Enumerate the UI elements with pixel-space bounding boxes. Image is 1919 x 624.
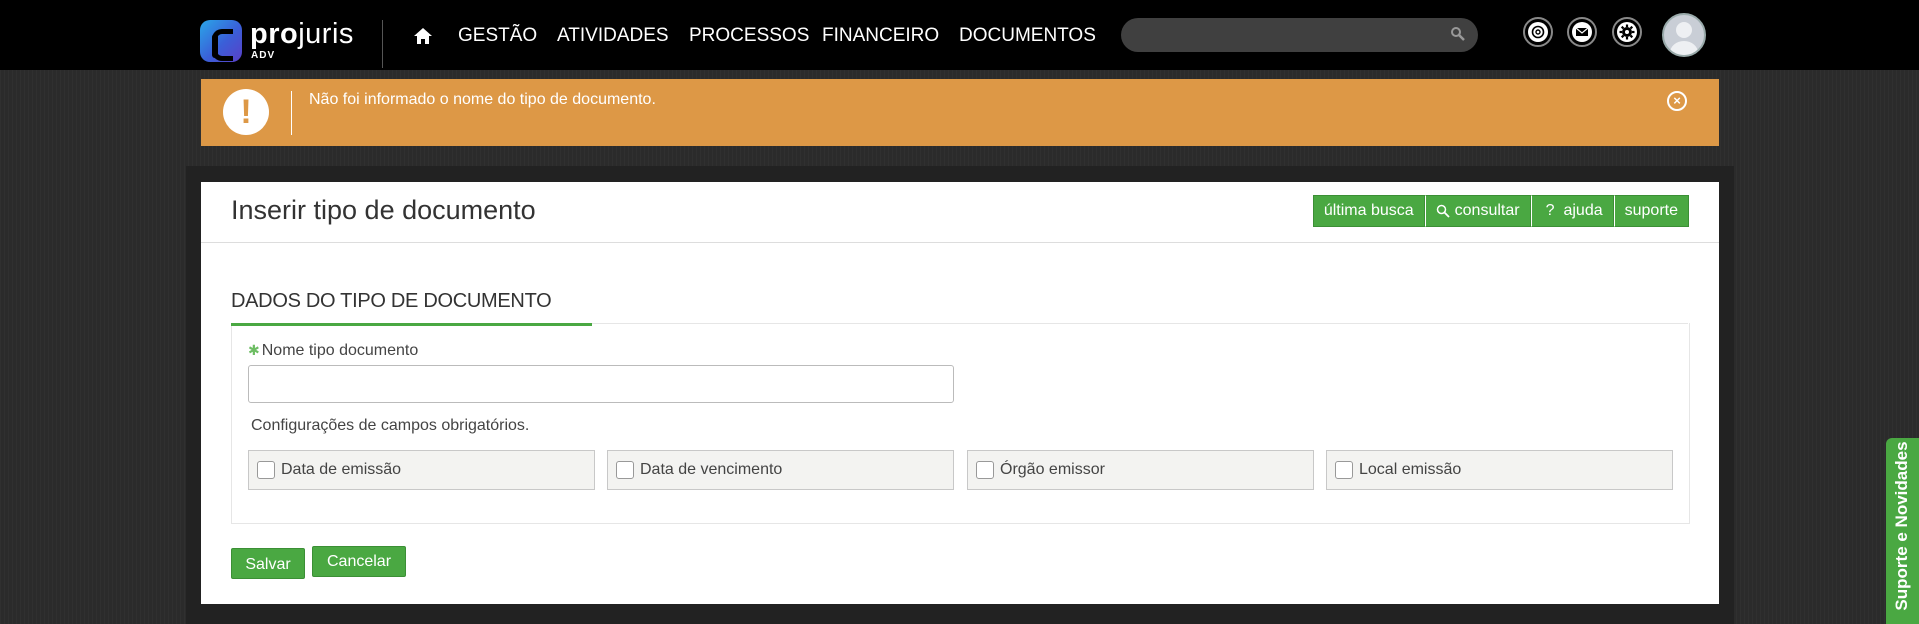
document-type-name-input[interactable] (248, 365, 954, 403)
checkbox-issue-place[interactable]: Local emissão (1326, 450, 1673, 490)
checkbox-issue-date[interactable]: Data de emissão (248, 450, 595, 490)
search-input[interactable] (1135, 22, 1439, 50)
checkbox-box[interactable] (1335, 461, 1353, 479)
home-icon[interactable] (413, 26, 433, 46)
section-title: DADOS DO TIPO DE DOCUMENTO (231, 290, 552, 312)
support-button[interactable]: suporte (1613, 195, 1689, 227)
checkbox-label: Órgão emissor (1000, 461, 1105, 478)
mail-icon[interactable] (1567, 17, 1597, 47)
save-button[interactable]: Salvar (231, 548, 305, 579)
warning-icon: ! (223, 89, 269, 135)
checkbox-label: Data de emissão (281, 461, 402, 478)
magnifier-icon (1436, 204, 1450, 218)
alert-message: Não foi informado o nome do tipo de docu… (309, 91, 656, 108)
global-search (1121, 18, 1478, 52)
nav-atividades[interactable]: ATIVIDADES (557, 23, 669, 49)
checkbox-due-date[interactable]: Data de vencimento (607, 450, 954, 490)
logo-subtitle: ADV (251, 50, 276, 61)
fieldset-top-border (592, 323, 1688, 324)
consult-button[interactable]: consultar (1424, 195, 1531, 227)
page-title: Inserir tipo de documento (231, 195, 536, 225)
header-actions: última busca consultar ? ajuda suporte (1312, 195, 1689, 227)
checkbox-box[interactable] (257, 461, 275, 479)
nav-gestao[interactable]: GESTÃO (458, 23, 537, 49)
logo-text: projuris (250, 18, 354, 50)
checkbox-label: Local emissão (1359, 461, 1462, 478)
checkbox-box[interactable] (616, 461, 634, 479)
nav-financeiro[interactable]: FINANCEIRO (822, 23, 939, 49)
panel-header: Inserir tipo de documento última busca c… (201, 182, 1719, 243)
support-news-label: Suporte e Novidades (1892, 441, 1911, 611)
nav-divider (382, 20, 383, 68)
top-navigation-bar: projuris ADV GESTÃO ATIVIDADES PROCESSOS… (0, 0, 1919, 70)
help-button[interactable]: ? ajuda (1530, 195, 1614, 227)
nav-processos[interactable]: PROCESSOS (689, 23, 809, 49)
required-fields-config-label: Configurações de campos obrigatórios. (251, 417, 530, 434)
projuris-logo[interactable]: projuris ADV (200, 18, 360, 62)
checkbox-label: Data de vencimento (640, 461, 783, 478)
required-icon: ✱ (248, 342, 260, 358)
document-type-name-label: ✱ Nome tipo documento (248, 342, 419, 359)
support-news-tab[interactable]: Suporte e Novidades (1886, 438, 1919, 624)
close-icon[interactable]: × (1667, 91, 1687, 111)
logo-mark-icon (200, 20, 242, 62)
help-icon: ? (1545, 202, 1555, 219)
user-avatar[interactable] (1662, 13, 1706, 57)
alert-separator (291, 91, 292, 135)
form-panel: Inserir tipo de documento última busca c… (201, 182, 1719, 604)
openai-icon[interactable] (1523, 17, 1553, 47)
last-search-button[interactable]: última busca (1312, 195, 1425, 227)
checkbox-box[interactable] (976, 461, 994, 479)
gear-icon[interactable] (1612, 17, 1642, 47)
nav-documentos[interactable]: DOCUMENTOS (959, 23, 1096, 49)
section-underline (231, 323, 592, 326)
checkbox-issuing-body[interactable]: Órgão emissor (967, 450, 1314, 490)
cancel-button[interactable]: Cancelar (312, 546, 406, 577)
search-icon[interactable] (1450, 26, 1466, 42)
warning-alert: ! Não foi informado o nome do tipo de do… (201, 79, 1719, 146)
